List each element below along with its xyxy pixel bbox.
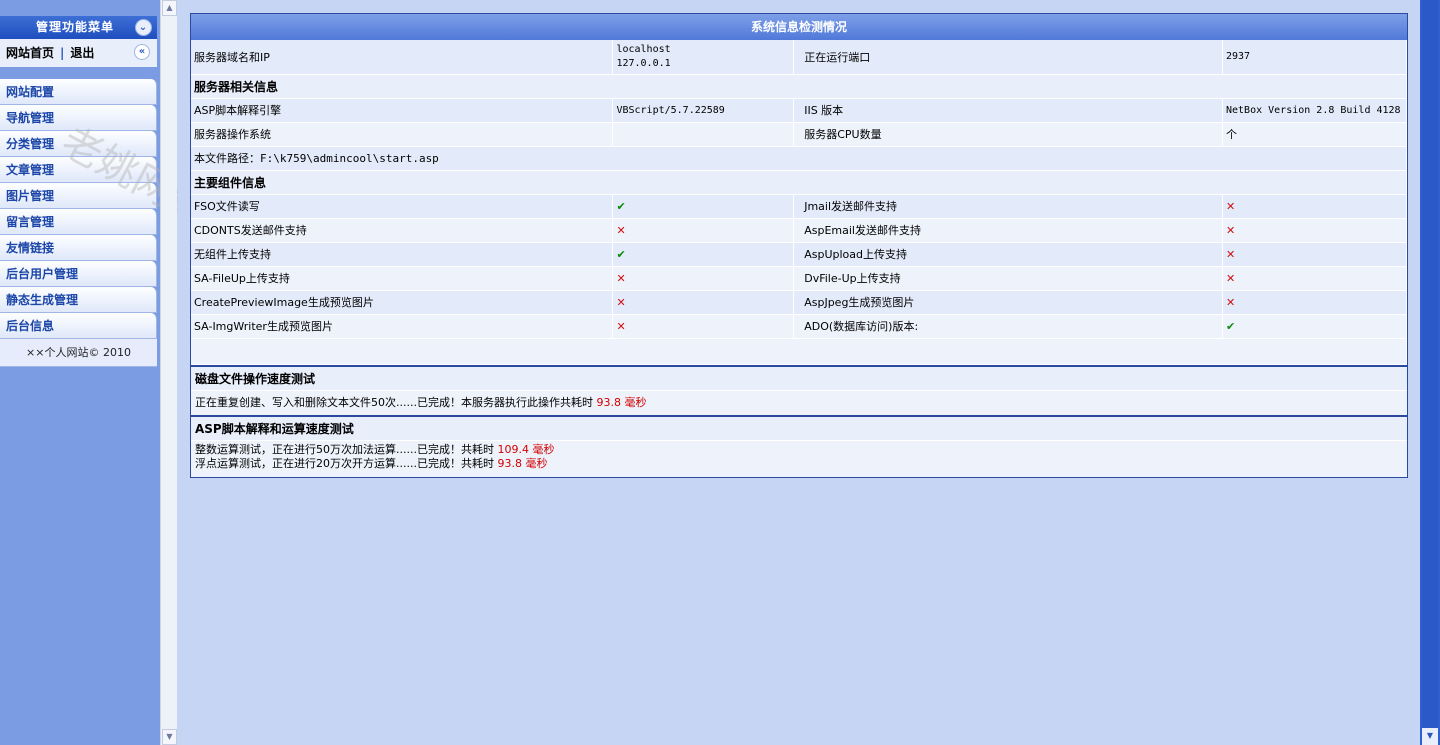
host-name: localhost	[616, 43, 671, 55]
host-ip: 127.0.0.1	[616, 57, 671, 69]
menu-item-category[interactable]: 分类管理	[0, 131, 157, 157]
menu-item-navigation[interactable]: 导航管理	[0, 105, 157, 131]
menu-header-title: 管理功能菜单	[36, 20, 115, 34]
disk-test-time: 93.8 毫秒	[596, 395, 647, 409]
menu-footer: ××个人网站© 2010	[0, 339, 157, 367]
hide-sidebar-icon[interactable]: «	[134, 44, 150, 60]
menu-item-friend-links[interactable]: 友情链接	[0, 235, 157, 261]
window-scrollbar[interactable]: ▼	[1420, 0, 1440, 745]
float-test-line: 浮点运算测试，正在进行20万次开方运算......已完成！共耗时 93.8 毫秒	[195, 457, 1403, 471]
menu-item-site-config[interactable]: 网站配置	[0, 79, 157, 105]
scroll-down-arrow-icon[interactable]: ▼	[1422, 728, 1438, 745]
host-value: localhost 127.0.0.1	[612, 40, 795, 75]
asp-test-lines: 整数运算测试，正在进行50万次加法运算......已完成！共耗时 109.4 毫…	[191, 440, 1407, 477]
int-test-time: 109.4 毫秒	[497, 442, 555, 456]
asp-test-title: ASP脚本解释和运算速度测试	[191, 416, 1407, 441]
cross-icon: ✕	[612, 266, 795, 291]
os-label: 服务器操作系统	[191, 122, 614, 147]
menu-list: 网站配置 导航管理 分类管理 文章管理 图片管理 留言管理 友情链接 后台用户管…	[0, 79, 157, 367]
component-label: FSO文件读写	[191, 194, 614, 219]
cross-icon: ✕	[1222, 290, 1408, 315]
scroll-down-arrow-icon[interactable]: ▼	[162, 729, 177, 745]
cross-icon: ✕	[612, 218, 795, 243]
component-label: DvFile-Up上传支持	[793, 266, 1223, 291]
component-label: CDONTS发送邮件支持	[191, 218, 614, 243]
component-row: SA-FileUp上传支持 ✕ DvFile-Up上传支持 ✕	[191, 266, 1408, 291]
empty-row	[191, 338, 1407, 365]
cross-icon: ✕	[1222, 218, 1408, 243]
check-icon: ✔	[612, 242, 795, 267]
menu-item-article[interactable]: 文章管理	[0, 157, 157, 183]
home-link[interactable]: 网站首页	[6, 46, 54, 60]
engine-value: VBScript/5.7.22589	[612, 98, 795, 123]
component-label: AspEmail发送邮件支持	[793, 218, 1223, 243]
check-icon: ✔	[612, 194, 795, 219]
link-separator: |	[60, 46, 65, 60]
component-label: AspUpload上传支持	[793, 242, 1223, 267]
component-label: SA-FileUp上传支持	[191, 266, 614, 291]
os-value	[612, 122, 795, 147]
component-row: FSO文件读写 ✔ Jmail发送邮件支持 ✕	[191, 194, 1408, 219]
cpu-value: 个	[1222, 122, 1408, 147]
port-label: 正在运行端口	[793, 40, 1223, 75]
component-row: 无组件上传支持 ✔ AspUpload上传支持 ✕	[191, 242, 1408, 267]
component-label: CreatePreviewImage生成预览图片	[191, 290, 614, 315]
component-label: SA-ImgWriter生成预览图片	[191, 314, 614, 339]
disk-test-title: 磁盘文件操作速度测试	[191, 366, 1407, 391]
file-path: 本文件路径：F:\k759\admincool\start.asp	[191, 146, 1407, 171]
left-menu-frame: 管理功能菜单 ⌄ 网站首页 | 退出 « 网站配置 导航管理 分类管理 文章管理 图…	[0, 0, 217, 745]
scroll-up-arrow-icon[interactable]: ▲	[162, 0, 177, 16]
menu-top-links: 网站首页 | 退出 «	[0, 39, 157, 67]
collapse-menu-icon[interactable]: ⌄	[135, 19, 152, 36]
cross-icon: ✕	[612, 314, 795, 339]
component-label: 无组件上传支持	[191, 242, 614, 267]
component-row: CreatePreviewImage生成预览图片 ✕ AspJpeg生成预览图片 ✕	[191, 290, 1408, 315]
iis-value: NetBox Version 2.8 Build 4128	[1222, 98, 1408, 123]
system-info-panel: 系统信息检测情况 服务器域名和IP localhost 127.0.0.1 正在…	[190, 13, 1408, 478]
cross-icon: ✕	[1222, 194, 1408, 219]
components-list: FSO文件读写 ✔ Jmail发送邮件支持 ✕ CDONTS发送邮件支持 ✕ AspEmai…	[191, 194, 1408, 339]
int-test-line: 整数运算测试，正在进行50万次加法运算......已完成！共耗时 109.4 毫…	[195, 443, 1403, 457]
component-label: ADO(数据库访问)版本:	[793, 314, 1223, 339]
menu-header: 管理功能菜单 ⌄	[0, 16, 157, 39]
scroll-thumb[interactable]	[1422, 0, 1438, 745]
menu-item-images[interactable]: 图片管理	[0, 183, 157, 209]
server-section-title: 服务器相关信息	[191, 74, 1407, 99]
float-test-time: 93.8 毫秒	[497, 456, 548, 470]
menu-item-static-gen[interactable]: 静态生成管理	[0, 287, 157, 313]
disk-test-section: 磁盘文件操作速度测试 正在重复创建、写入和删除文本文件50次......已完成！…	[191, 364, 1407, 415]
components-section-title: 主要组件信息	[191, 170, 1407, 195]
logout-link[interactable]: 退出	[70, 46, 94, 60]
component-label: Jmail发送邮件支持	[793, 194, 1223, 219]
panel-title: 系统信息检测情况	[191, 14, 1407, 40]
iis-label: IIS 版本	[793, 98, 1223, 123]
menu-item-guestbook[interactable]: 留言管理	[0, 209, 157, 235]
component-row: SA-ImgWriter生成预览图片 ✕ ADO(数据库访问)版本: ✔	[191, 314, 1408, 339]
cross-icon: ✕	[612, 290, 795, 315]
main-frame: 系统信息检测情况 服务器域名和IP localhost 127.0.0.1 正在…	[178, 0, 1420, 745]
port-value: 2937	[1222, 40, 1408, 75]
cpu-label: 服务器CPU数量	[793, 122, 1223, 147]
engine-label: ASP脚本解释引擎	[191, 98, 614, 123]
component-label: AspJpeg生成预览图片	[793, 290, 1223, 315]
float-test-text: 浮点运算测试，正在进行20万次开方运算......已完成！共耗时	[195, 456, 494, 470]
component-row: CDONTS发送邮件支持 ✕ AspEmail发送邮件支持 ✕	[191, 218, 1408, 243]
left-frame-scrollbar[interactable]: ▲ ▼	[160, 0, 177, 745]
cross-icon: ✕	[1222, 242, 1408, 267]
disk-test-text: 正在重复创建、写入和删除文本文件50次......已完成！本服务器执行此操作共耗…	[195, 395, 593, 409]
cross-icon: ✕	[1222, 266, 1408, 291]
menu-item-backend-info[interactable]: 后台信息	[0, 313, 157, 339]
asp-test-section: ASP脚本解释和运算速度测试 整数运算测试，正在进行50万次加法运算......…	[191, 414, 1407, 477]
menu-item-admin-users[interactable]: 后台用户管理	[0, 261, 157, 287]
host-label: 服务器域名和IP	[191, 40, 614, 75]
disk-test-line: 正在重复创建、写入和删除文本文件50次......已完成！本服务器执行此操作共耗…	[191, 390, 1407, 415]
check-icon: ✔	[1222, 314, 1408, 339]
int-test-text: 整数运算测试，正在进行50万次加法运算......已完成！共耗时	[195, 442, 494, 456]
server-info-table: 服务器域名和IP localhost 127.0.0.1 正在运行端口 2937…	[191, 40, 1408, 365]
